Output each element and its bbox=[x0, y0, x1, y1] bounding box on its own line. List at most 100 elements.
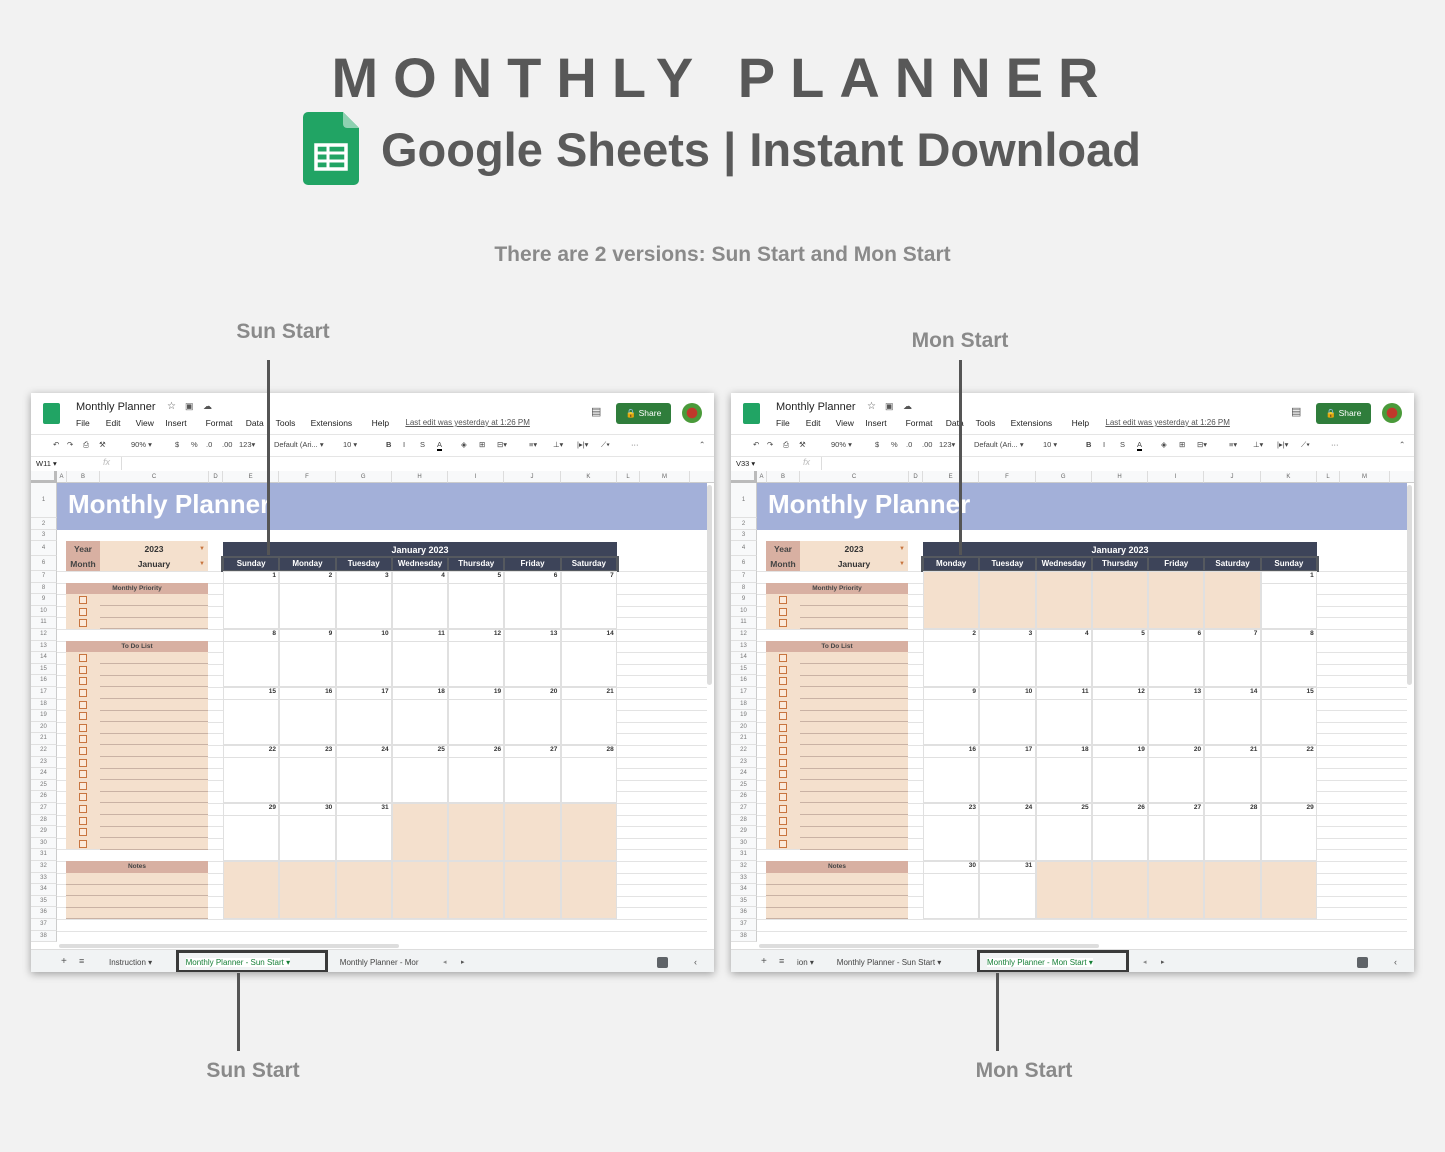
todo-list-line[interactable] bbox=[800, 732, 908, 734]
checkbox[interactable] bbox=[779, 805, 787, 813]
merge-icon[interactable]: ⊟▾ bbox=[1197, 440, 1207, 449]
row-header-20[interactable]: 20 bbox=[731, 721, 757, 734]
calendar-day-cell[interactable] bbox=[1260, 571, 1317, 629]
row-header-26[interactable]: 26 bbox=[731, 791, 757, 803]
doc-title[interactable]: Monthly Planner bbox=[776, 401, 856, 413]
checkbox[interactable] bbox=[79, 805, 87, 813]
calendar-day-cell[interactable] bbox=[1091, 803, 1149, 861]
todo-list-line[interactable] bbox=[100, 825, 208, 827]
row-header-24[interactable]: 24 bbox=[31, 768, 57, 780]
share-button[interactable]: 🔒 Share bbox=[1316, 403, 1371, 424]
calendar-cell-empty[interactable] bbox=[223, 861, 280, 919]
calendar-day-cell[interactable] bbox=[923, 861, 980, 919]
checkbox[interactable] bbox=[79, 816, 87, 825]
row-header-7[interactable]: 7 bbox=[31, 571, 57, 583]
cell-reference-box[interactable]: V33 ▾ bbox=[736, 459, 755, 468]
row-header-34[interactable]: 34 bbox=[731, 884, 757, 896]
row-header-18[interactable]: 18 bbox=[731, 698, 757, 711]
checkbox[interactable] bbox=[79, 839, 87, 848]
calendar-cell-empty[interactable] bbox=[560, 803, 617, 861]
row-header-29[interactable]: 29 bbox=[731, 826, 757, 838]
all-sheets-button[interactable]: ≡ bbox=[779, 956, 784, 966]
todo-list-line[interactable] bbox=[800, 674, 908, 676]
row-header-10[interactable]: 10 bbox=[31, 605, 57, 618]
row-header-37[interactable]: 37 bbox=[31, 919, 57, 931]
year-dropdown[interactable]: 2023 bbox=[100, 544, 208, 554]
todo-list-line[interactable] bbox=[100, 686, 208, 688]
todo-list-line[interactable] bbox=[800, 686, 908, 688]
calendar-day-cell[interactable] bbox=[223, 745, 280, 803]
rotate-icon[interactable]: ⟋▾ bbox=[601, 440, 610, 450]
todo-list-line[interactable] bbox=[800, 756, 908, 757]
strikethrough-button[interactable]: S bbox=[1120, 440, 1125, 449]
calendar-day-cell[interactable] bbox=[279, 629, 336, 687]
month-dropdown[interactable]: January bbox=[800, 559, 908, 569]
calendar-day-cell[interactable] bbox=[391, 629, 449, 687]
calendar-day-cell[interactable] bbox=[1204, 687, 1261, 745]
calendar-day-cell[interactable] bbox=[223, 571, 280, 629]
italic-button[interactable]: I bbox=[403, 440, 405, 449]
todo-list-line[interactable] bbox=[800, 837, 908, 839]
row-header-2[interactable]: 2 bbox=[31, 518, 57, 530]
row-header-32[interactable]: 32 bbox=[731, 861, 757, 873]
calendar-day-cell[interactable] bbox=[391, 571, 449, 629]
monthly-priority-line[interactable] bbox=[800, 628, 908, 630]
calendar-day-cell[interactable] bbox=[1148, 687, 1205, 745]
row-header-13[interactable]: 13 bbox=[31, 640, 57, 653]
star-icon[interactable]: ☆ bbox=[867, 401, 876, 412]
calendar-day-cell[interactable] bbox=[391, 745, 449, 803]
todo-list-line[interactable] bbox=[800, 848, 908, 850]
fill-color-icon[interactable]: ◈ bbox=[461, 440, 467, 449]
monthly-priority-line[interactable] bbox=[800, 616, 908, 618]
calendar-cell-empty[interactable] bbox=[1148, 861, 1205, 919]
notes-line[interactable] bbox=[66, 906, 208, 908]
column-header-M[interactable]: M bbox=[640, 471, 690, 483]
vertical-scrollbar[interactable] bbox=[1407, 485, 1412, 685]
calendar-day-cell[interactable] bbox=[1260, 803, 1317, 861]
doc-title[interactable]: Monthly Planner bbox=[76, 401, 156, 413]
calendar-day-cell[interactable] bbox=[279, 803, 336, 861]
checkbox[interactable] bbox=[779, 665, 787, 674]
checkbox[interactable] bbox=[79, 665, 87, 674]
font-size-select[interactable]: 10 ▾ bbox=[1043, 440, 1057, 449]
tab-scroll-left-icon[interactable]: ◂ bbox=[443, 958, 447, 966]
todo-list-line[interactable] bbox=[800, 709, 908, 711]
calendar-day-cell[interactable] bbox=[223, 687, 280, 745]
select-all-corner[interactable] bbox=[31, 471, 57, 483]
column-header-H[interactable]: H bbox=[1091, 471, 1149, 483]
calendar-cell-empty[interactable] bbox=[1260, 861, 1317, 919]
todo-list-line[interactable] bbox=[800, 779, 908, 781]
sheet-tab[interactable]: Monthly Planner - Sun Start ▾ bbox=[837, 958, 942, 967]
sheets-logo-icon[interactable] bbox=[743, 403, 760, 424]
select-all-corner[interactable] bbox=[731, 471, 757, 483]
redo-icon[interactable]: ↷ bbox=[767, 440, 773, 449]
calendar-day-cell[interactable] bbox=[1148, 629, 1205, 687]
menu-edit[interactable]: Edit bbox=[806, 418, 821, 428]
calendar-cell-empty[interactable] bbox=[1035, 571, 1092, 629]
todo-list-line[interactable] bbox=[800, 814, 908, 815]
row-header-17[interactable]: 17 bbox=[731, 687, 757, 699]
menu-insert[interactable]: Insert bbox=[865, 418, 886, 428]
calendar-day-cell[interactable] bbox=[223, 629, 280, 687]
row-header-33[interactable]: 33 bbox=[731, 872, 757, 885]
calendar-day-cell[interactable] bbox=[1148, 803, 1205, 861]
row-header-28[interactable]: 28 bbox=[31, 814, 57, 827]
font-select[interactable]: Default (Ari... ▾ bbox=[974, 440, 1024, 449]
column-header-A[interactable]: A bbox=[757, 471, 767, 483]
calendar-day-cell[interactable] bbox=[923, 687, 980, 745]
comments-icon[interactable]: ▤ bbox=[591, 405, 601, 418]
checkbox[interactable] bbox=[779, 596, 787, 605]
todo-list-line[interactable] bbox=[100, 837, 208, 839]
row-header-19[interactable]: 19 bbox=[31, 710, 57, 722]
dropdown-arrow-icon[interactable]: ▼ bbox=[899, 546, 905, 552]
calendar-cell-empty[interactable] bbox=[1091, 571, 1149, 629]
notes-line[interactable] bbox=[766, 883, 908, 885]
column-header-M[interactable]: M bbox=[1340, 471, 1390, 483]
add-sheet-button[interactable]: + bbox=[61, 956, 67, 967]
menu-extensions[interactable]: Extensions bbox=[311, 418, 353, 428]
row-header-8[interactable]: 8 bbox=[731, 582, 757, 595]
calendar-day-cell[interactable] bbox=[923, 745, 980, 803]
row-header-4[interactable]: 4 bbox=[31, 541, 57, 556]
todo-list-line[interactable] bbox=[100, 779, 208, 781]
calendar-day-cell[interactable] bbox=[1035, 745, 1092, 803]
